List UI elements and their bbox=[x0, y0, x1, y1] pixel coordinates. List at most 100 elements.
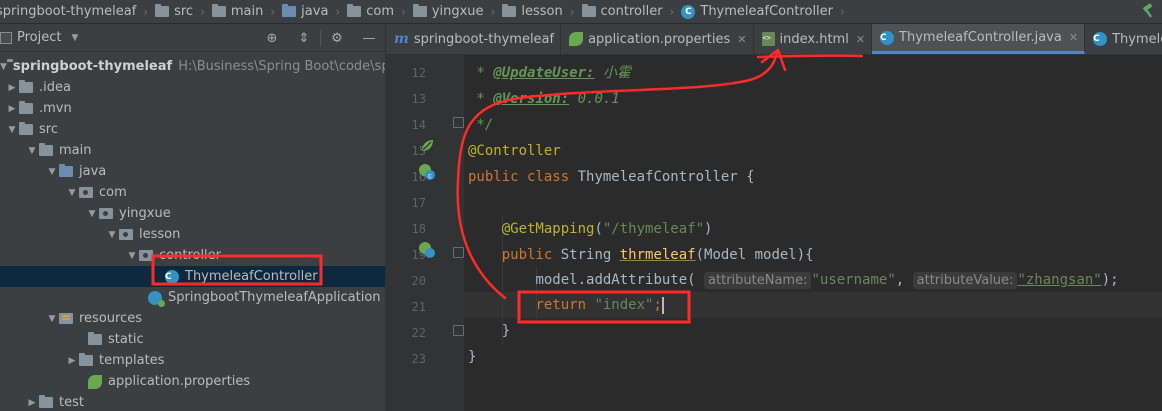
svg-text:c: c bbox=[428, 172, 432, 180]
tree-item-templates[interactable]: ▶ templates bbox=[0, 350, 385, 371]
code-line-14: */ bbox=[468, 117, 494, 133]
spring-bean-leaf-icon[interactable] bbox=[418, 137, 436, 155]
expand-arrow-icon[interactable]: ▼ bbox=[5, 125, 19, 135]
expand-arrow-icon[interactable]: ▼ bbox=[105, 230, 119, 240]
line-number: 18 bbox=[411, 222, 426, 236]
close-icon[interactable]: ✕ bbox=[856, 33, 865, 46]
tree-item-java[interactable]: ▼ java bbox=[0, 161, 385, 182]
expand-arrow-icon[interactable]: ▼ bbox=[65, 188, 79, 198]
folder-icon bbox=[39, 395, 53, 408]
tree-item-controller[interactable]: ▼ controller bbox=[0, 245, 385, 266]
tab-pom[interactable]: m springboot-thymeleaf bbox=[386, 24, 562, 54]
breadcrumb-separator: › bbox=[490, 4, 496, 19]
tree-item-yingxue[interactable]: ▼ yingxue bbox=[0, 203, 385, 224]
fold-marker-icon[interactable] bbox=[453, 325, 464, 336]
class-icon: C bbox=[880, 30, 895, 45]
breadcrumb-item-main[interactable]: main bbox=[211, 4, 263, 19]
breadcrumb-separator: › bbox=[840, 4, 845, 19]
tree-item-mvn[interactable]: ▶ .mvn bbox=[0, 98, 385, 119]
maven-icon: m bbox=[394, 31, 409, 47]
code-line-22: } bbox=[501, 323, 511, 339]
tree-item-idea[interactable]: ▶ .idea bbox=[0, 77, 385, 98]
collapse-arrow-icon[interactable]: ▶ bbox=[25, 398, 39, 408]
editor-gutter: 12 13 14 15 16 17 18 19 20 21 22 23 c bbox=[386, 55, 464, 411]
expand-arrow-icon[interactable]: ▼ bbox=[0, 62, 7, 72]
spring-properties-icon bbox=[569, 32, 584, 46]
line-number: 13 bbox=[411, 92, 426, 106]
breadcrumb-item-src[interactable]: src bbox=[155, 4, 193, 19]
tree-item-main[interactable]: ▼ main bbox=[0, 140, 385, 161]
tree-item-static[interactable]: static bbox=[0, 329, 385, 350]
breadcrumb-separator: › bbox=[200, 4, 205, 19]
tree-item-test[interactable]: ▶ test bbox=[0, 392, 385, 411]
expand-arrow-icon[interactable]: ▼ bbox=[85, 209, 99, 219]
package-icon bbox=[502, 4, 517, 17]
tree-item-thymeleaf-controller[interactable]: C ThymeleafController bbox=[0, 266, 385, 287]
parameter-hint: attributeValue: bbox=[912, 272, 1018, 289]
line-number: 23 bbox=[411, 352, 426, 366]
folder-icon bbox=[19, 122, 33, 135]
expand-arrow-icon[interactable]: ▼ bbox=[45, 167, 59, 177]
class-icon: C bbox=[165, 269, 179, 284]
project-panel-header: Project ▼ ⊕ ⇕ ⚙ — bbox=[0, 24, 385, 52]
project-view-selector[interactable]: Project bbox=[17, 30, 61, 45]
fold-marker-icon[interactable] bbox=[453, 247, 464, 258]
chevron-down-icon[interactable]: ▼ bbox=[71, 33, 78, 43]
spring-class-gutter-icon[interactable]: c bbox=[418, 163, 436, 181]
expand-arrow-icon[interactable]: ▼ bbox=[45, 314, 59, 324]
expand-arrow-icon[interactable]: ▼ bbox=[125, 251, 139, 261]
line-number: 20 bbox=[411, 274, 426, 288]
tree-item-project-root[interactable]: ▼ springboot-thymeleaf H:\Business\Sprin… bbox=[0, 56, 385, 77]
code-line-23: } bbox=[468, 349, 477, 365]
tab-thymeleaf-controller[interactable]: C ThymeleafController.java ✕ bbox=[872, 24, 1086, 54]
gear-icon[interactable]: ⚙ bbox=[321, 31, 353, 46]
breadcrumb-item-yingxue[interactable]: yingxue bbox=[412, 4, 484, 19]
breadcrumb-item-controller[interactable]: controller bbox=[581, 4, 663, 19]
code-line-21: return "index"; bbox=[535, 296, 664, 314]
project-panel-toolbar: ⊕ ⇕ ⚙ — bbox=[256, 24, 385, 52]
source-folder-icon bbox=[282, 4, 297, 17]
expand-arrow-icon[interactable]: ▼ bbox=[25, 146, 39, 156]
breadcrumb-item-java[interactable]: java bbox=[282, 4, 328, 19]
code-line-15: @Controller bbox=[468, 143, 561, 159]
code-line-16: public class ThymeleafController { bbox=[468, 169, 755, 185]
breadcrumb-separator: › bbox=[270, 4, 276, 19]
html-file-icon bbox=[761, 32, 775, 46]
collapse-all-icon[interactable]: ⇕ bbox=[288, 31, 320, 46]
collapse-arrow-icon[interactable]: ▶ bbox=[5, 104, 19, 114]
code-line-19: public String thrmeleaf(Model model){ bbox=[501, 247, 814, 263]
tab-thymeleaf-p[interactable]: C ThymeleafP bbox=[1085, 24, 1162, 54]
class-icon: C bbox=[681, 4, 696, 19]
folder-icon bbox=[19, 80, 33, 93]
breadcrumb-item-project[interactable]: springboot-thymeleaf bbox=[0, 4, 136, 19]
project-tool-window: Project ▼ ⊕ ⇕ ⚙ — ▼ springboot-thymeleaf… bbox=[0, 24, 386, 411]
tree-item-src[interactable]: ▼ src bbox=[0, 119, 385, 140]
fold-marker-icon[interactable] bbox=[453, 117, 464, 128]
tree-item-lesson[interactable]: ▼ lesson bbox=[0, 224, 385, 245]
collapse-arrow-icon[interactable]: ▶ bbox=[5, 83, 19, 93]
breadcrumb-item-class[interactable]: C ThymeleafController bbox=[681, 4, 833, 19]
tree-item-com[interactable]: ▼ com bbox=[0, 182, 385, 203]
breadcrumb-item-lesson[interactable]: lesson bbox=[502, 4, 563, 19]
request-mapping-icon[interactable] bbox=[418, 241, 436, 259]
tree-item-application-class[interactable]: SpringbootThymeleafApplication bbox=[0, 287, 385, 308]
code-editor[interactable]: 12 13 14 15 16 17 18 19 20 21 22 23 c * … bbox=[386, 55, 1162, 411]
package-icon bbox=[99, 208, 113, 219]
tab-index-html[interactable]: index.html ✕ bbox=[754, 24, 873, 54]
collapse-arrow-icon[interactable]: ▶ bbox=[65, 356, 79, 366]
locate-icon[interactable]: ⊕ bbox=[256, 31, 288, 46]
breadcrumb-separator: › bbox=[143, 4, 149, 19]
breadcrumb-item-com[interactable]: com bbox=[347, 4, 394, 19]
line-number: 17 bbox=[411, 196, 426, 210]
folder-icon bbox=[39, 143, 53, 156]
build-hammer-icon[interactable] bbox=[1140, 3, 1156, 19]
close-icon[interactable]: ✕ bbox=[737, 33, 746, 46]
package-icon bbox=[119, 229, 133, 240]
class-icon: C bbox=[1093, 32, 1108, 46]
hide-panel-icon[interactable]: — bbox=[353, 31, 385, 46]
tree-item-application-properties[interactable]: application.properties bbox=[0, 371, 385, 392]
close-icon[interactable]: ✕ bbox=[1069, 31, 1078, 44]
tree-item-resources[interactable]: ▼ resources bbox=[0, 308, 385, 329]
tab-application-properties[interactable]: application.properties ✕ bbox=[561, 24, 754, 54]
code-line-18: @GetMapping("/thymeleaf") bbox=[501, 221, 713, 237]
